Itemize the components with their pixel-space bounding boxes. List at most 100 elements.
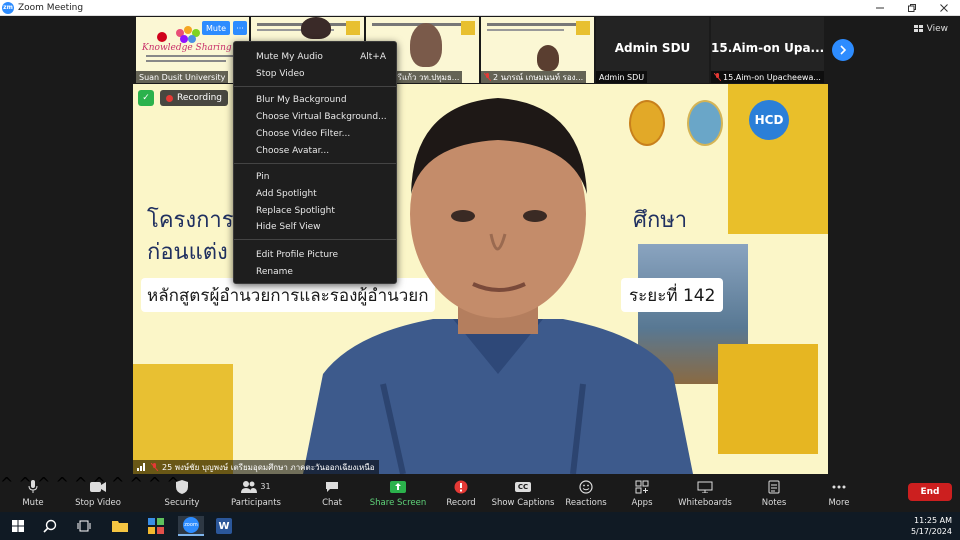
- task-view-button[interactable]: [74, 516, 94, 536]
- start-button[interactable]: [8, 516, 28, 536]
- menu-item-blur-background[interactable]: Blur My Background: [234, 92, 396, 108]
- menu-item-replace-spotlight[interactable]: Replace Spotlight: [234, 203, 396, 219]
- more-dots-icon: [832, 485, 846, 488]
- record-label: Record: [446, 497, 476, 508]
- video-camera-icon: [90, 481, 106, 492]
- folder-icon: [112, 521, 128, 532]
- menu-item-rename[interactable]: Rename: [234, 264, 396, 280]
- menu-item-virtual-background[interactable]: Choose Virtual Background...: [234, 109, 396, 125]
- speaker-name-text: 25 พงษ์ชัย บุญพงษ์ เตรียมอุดมศึกษา ภาคตะ…: [162, 462, 375, 472]
- close-button[interactable]: [928, 0, 960, 16]
- menu-item-edit-profile-picture[interactable]: Edit Profile Picture: [234, 247, 396, 263]
- notes-button[interactable]: Notes: [760, 476, 788, 510]
- menu-item-pin[interactable]: Pin: [234, 169, 396, 185]
- stop-video-button[interactable]: Stop Video: [74, 476, 122, 510]
- window-title: Zoom Meeting: [18, 2, 84, 13]
- chevron-up-icon[interactable]: ^: [56, 474, 69, 493]
- menu-separator: [234, 239, 396, 240]
- restore-icon: [908, 4, 916, 12]
- menu-item-add-spotlight[interactable]: Add Spotlight: [234, 186, 396, 202]
- window-controls: [864, 0, 960, 16]
- microphone-icon: [28, 479, 38, 493]
- participant-video: [537, 45, 559, 71]
- participants-button[interactable]: 31 Participants: [230, 476, 282, 510]
- participant-big-name: 15.Aim-on Upa...: [711, 41, 824, 55]
- active-speaker-name: 25 พงษ์ชัย บุญพงษ์ เตรียมอุดมศึกษา ภาคตะ…: [133, 460, 379, 474]
- recording-label: Recording: [177, 93, 223, 103]
- chevron-up-icon[interactable]: ^: [130, 474, 143, 493]
- participant-name-text: 2 นภรณ์ เกษมนนท์ รอง...: [493, 72, 584, 82]
- apps-button[interactable]: Apps: [628, 476, 656, 510]
- clock-date: 5/17/2024: [910, 527, 952, 536]
- participant-thumbnail[interactable]: 2 นภรณ์ เกษมนนท์ รอง...: [481, 17, 594, 83]
- participant-video: [301, 17, 331, 39]
- menu-item-choose-avatar[interactable]: Choose Avatar...: [234, 143, 396, 159]
- participant-name-text: 15.Aim-on Upacheewa...: [723, 72, 821, 82]
- taskbar-app-button[interactable]: [146, 516, 166, 536]
- slide-title-line1: โครงการ: [147, 208, 234, 233]
- slide-title-line2: ก่อนแต่ง: [147, 240, 228, 265]
- share-screen-label: Share Screen: [369, 497, 427, 508]
- menu-item-mute-my-audio[interactable]: Mute My Audio Alt+A: [234, 49, 396, 65]
- minimize-icon: [876, 7, 884, 9]
- security-shield-icon[interactable]: ✓: [138, 90, 154, 106]
- chat-button[interactable]: Chat: [318, 476, 346, 510]
- shield-icon: [176, 479, 188, 494]
- record-icon: [454, 480, 468, 493]
- menu-item-label: Mute My Audio: [256, 52, 323, 62]
- search-icon: [43, 519, 57, 533]
- chevron-up-icon[interactable]: ^: [148, 474, 161, 493]
- slide-cube: [718, 344, 818, 454]
- whiteboards-button[interactable]: Whiteboards: [678, 476, 732, 510]
- participant-video: [410, 23, 442, 67]
- word-taskbar-button[interactable]: W: [214, 516, 234, 536]
- reactions-button[interactable]: Reactions: [565, 476, 607, 510]
- grid-view-icon: [913, 25, 923, 32]
- participants-label: Participants: [231, 497, 281, 508]
- stop-video-label: Stop Video: [75, 497, 121, 508]
- system-clock[interactable]: 11:25 AM 5/17/2024: [911, 515, 952, 537]
- menu-item-stop-video[interactable]: Stop Video: [234, 66, 396, 82]
- signal-bars-icon: [137, 463, 145, 471]
- security-button[interactable]: Security: [162, 476, 202, 510]
- menu-item-video-filter[interactable]: Choose Video Filter...: [234, 126, 396, 142]
- app-grid-icon: [148, 518, 164, 534]
- next-page-button[interactable]: [832, 39, 854, 61]
- zoom-window: zm Zoom Meeting View Knowledge Sharing M…: [0, 0, 960, 540]
- windows-taskbar: zoom W 11:25 AM 5/17/2024: [0, 512, 960, 540]
- participant-name: 15.Aim-on Upacheewa...: [711, 71, 824, 83]
- task-view-icon: [77, 520, 91, 532]
- record-button[interactable]: Record: [444, 476, 478, 510]
- menu-item-shortcut: Alt+A: [360, 52, 386, 62]
- muted-mic-icon: [714, 73, 721, 81]
- thumbnail-more-button[interactable]: ···: [233, 21, 247, 35]
- participant-thumbnail[interactable]: 15.Aim-on Upa... 15.Aim-on Upacheewa...: [711, 17, 824, 83]
- view-button[interactable]: View: [913, 24, 948, 34]
- zoom-icon: zoom: [183, 517, 199, 533]
- apps-label: Apps: [631, 497, 653, 508]
- closed-captions-icon: CC: [514, 481, 532, 492]
- share-screen-button[interactable]: Share Screen: [369, 476, 427, 510]
- recording-indicator[interactable]: Recording: [160, 90, 229, 106]
- taskbar-search-button[interactable]: [40, 516, 60, 536]
- slide-text-line: [487, 23, 576, 26]
- show-captions-button[interactable]: CC Show Captions: [492, 476, 554, 510]
- end-meeting-button[interactable]: End: [908, 483, 952, 501]
- share-screen-icon: [390, 480, 406, 493]
- smiley-icon: [579, 479, 593, 494]
- notes-icon: [768, 480, 780, 493]
- restore-button[interactable]: [896, 0, 928, 16]
- menu-separator: [234, 86, 396, 87]
- participant-thumbnail[interactable]: Admin SDU Admin SDU: [596, 17, 709, 83]
- mute-button[interactable]: Mute: [18, 476, 48, 510]
- chevron-up-icon[interactable]: ^: [0, 474, 13, 493]
- thumbnail-mute-button[interactable]: Mute: [202, 21, 231, 35]
- menu-item-hide-self-view[interactable]: Hide Self View: [234, 219, 396, 235]
- chat-bubble-icon: [326, 481, 338, 492]
- more-button[interactable]: More: [826, 476, 852, 510]
- slide-cube: [346, 21, 360, 35]
- minimize-button[interactable]: [864, 0, 896, 16]
- file-explorer-button[interactable]: [110, 516, 130, 536]
- slide-text-line: [487, 29, 564, 31]
- zoom-taskbar-button[interactable]: zoom: [178, 516, 204, 536]
